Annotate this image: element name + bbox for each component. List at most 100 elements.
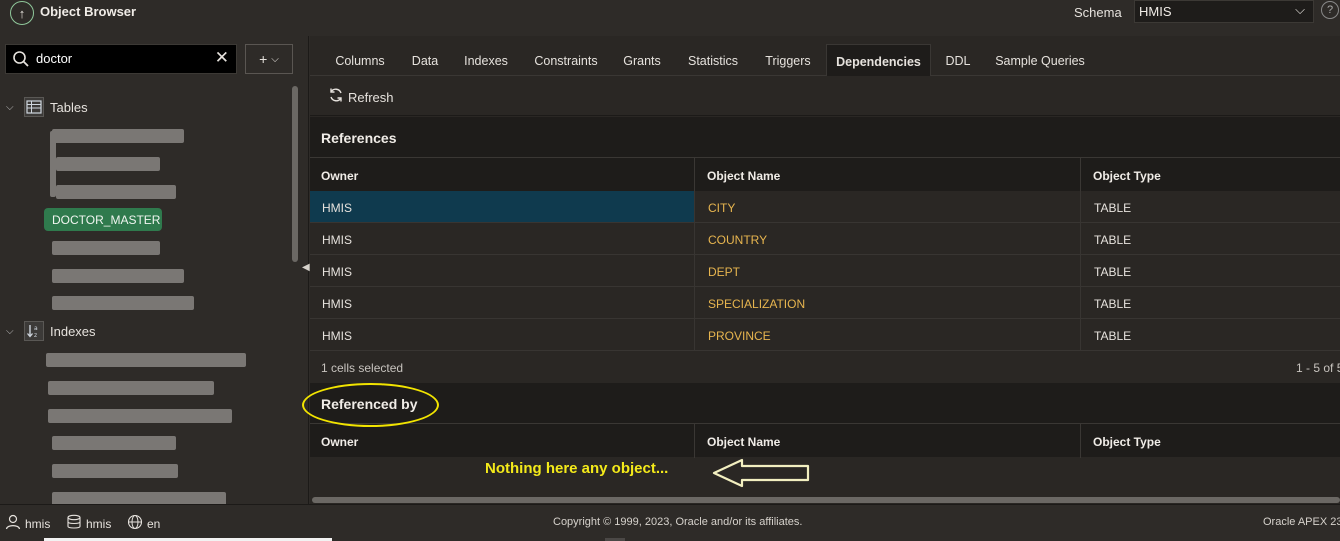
column-divider xyxy=(694,255,695,287)
schema-value: HMIS xyxy=(1139,4,1172,19)
tree-group-indexes[interactable]: ⌵ az Indexes xyxy=(6,320,96,342)
tree-item-redacted[interactable] xyxy=(46,353,246,367)
tree-item-redacted[interactable] xyxy=(52,296,194,310)
cell-owner[interactable]: HMIS xyxy=(322,233,352,247)
page-title: Object Browser xyxy=(40,4,137,19)
object-tree-panel: ✕ + ⌵ ⌵ Tables DOCTOR_MASTER ⌵ az Indexe… xyxy=(0,36,310,506)
tab-data[interactable]: Data xyxy=(404,44,446,76)
column-header-owner[interactable]: Owner xyxy=(321,435,358,449)
pagination-range: 1 - 5 of 5 xyxy=(1296,361,1340,375)
column-header-object-type[interactable]: Object Type xyxy=(1093,435,1161,449)
tree-item-redacted[interactable] xyxy=(56,185,176,199)
language-menu[interactable]: en xyxy=(127,514,160,533)
database-icon xyxy=(66,514,82,533)
schema-select[interactable]: HMIS ⌵ xyxy=(1134,0,1314,23)
column-divider xyxy=(1080,223,1081,255)
chevron-down-icon: ⌵ xyxy=(1295,2,1305,17)
arrow-up-icon[interactable]: ↑ xyxy=(10,1,34,25)
column-divider xyxy=(694,158,695,192)
workspace-menu[interactable]: hmis xyxy=(66,514,111,533)
collapse-panel-icon[interactable]: ◀ xyxy=(302,262,310,273)
cell-owner[interactable]: HMIS xyxy=(322,201,352,215)
cell-object-name[interactable]: COUNTRY xyxy=(708,233,767,247)
cell-object-type[interactable]: TABLE xyxy=(1094,233,1131,247)
tab-indexes[interactable]: Indexes xyxy=(456,44,516,76)
sort-index-icon: az xyxy=(24,321,44,341)
cell-object-type[interactable]: TABLE xyxy=(1094,297,1131,311)
language-code: en xyxy=(147,516,161,531)
references-column-header: Owner Object Name Object Type xyxy=(310,157,1340,192)
column-divider xyxy=(694,319,695,351)
search-icon xyxy=(12,50,30,73)
cell-object-type[interactable]: TABLE xyxy=(1094,201,1131,215)
tree-item-redacted[interactable] xyxy=(48,381,214,395)
column-header-object-type[interactable]: Object Type xyxy=(1093,169,1161,183)
user-icon xyxy=(5,514,21,533)
add-object-button[interactable]: + ⌵ xyxy=(245,44,293,74)
column-divider xyxy=(1080,287,1081,319)
close-icon[interactable]: ✕ xyxy=(215,48,229,68)
cell-owner[interactable]: HMIS xyxy=(322,265,352,279)
tree-group-label: Indexes xyxy=(50,323,96,339)
column-header-object-name[interactable]: Object Name xyxy=(707,435,780,449)
tab-statistics[interactable]: Statistics xyxy=(682,44,744,76)
refresh-icon xyxy=(328,87,344,107)
chevron-down-icon[interactable]: ⌵ xyxy=(6,102,18,113)
tree-scrollbar[interactable] xyxy=(292,86,298,262)
copyright-text: Copyright © 1999, 2023, Oracle and/or it… xyxy=(553,516,803,528)
tab-grants[interactable]: Grants xyxy=(618,44,666,76)
refresh-button[interactable]: Refresh xyxy=(328,87,394,107)
column-header-object-name[interactable]: Object Name xyxy=(707,169,780,183)
search-box: ✕ xyxy=(5,44,237,74)
tree-item-selected[interactable]: DOCTOR_MASTER xyxy=(44,208,162,231)
cell-object-name[interactable]: SPECIALIZATION xyxy=(708,297,805,311)
tab-columns[interactable]: Columns xyxy=(324,44,396,76)
cell-object-type[interactable]: TABLE xyxy=(1094,329,1131,343)
tab-triggers[interactable]: Triggers xyxy=(760,44,816,76)
column-divider xyxy=(1080,255,1081,287)
table-row[interactable]: HMIS PROVINCE TABLE xyxy=(310,319,1340,351)
tab-constraints[interactable]: Constraints xyxy=(530,44,602,76)
tab-sample-queries[interactable]: Sample Queries xyxy=(990,44,1090,76)
tab-ddl[interactable]: DDL xyxy=(940,44,976,76)
version-text: Oracle APEX 23 xyxy=(1263,516,1340,528)
chevron-down-icon[interactable]: ⌵ xyxy=(6,326,18,337)
cell-object-name[interactable]: DEPT xyxy=(708,265,740,279)
arrow-left-icon xyxy=(712,458,812,491)
cell-owner[interactable]: HMIS xyxy=(322,297,352,311)
tree-group-label: Tables xyxy=(50,99,88,115)
cell-object-name[interactable]: CITY xyxy=(708,201,735,215)
references-header: References xyxy=(310,117,1340,158)
cell-owner[interactable]: HMIS xyxy=(322,329,352,343)
tree-item-redacted[interactable] xyxy=(52,436,176,450)
selected-cell xyxy=(310,191,695,222)
refresh-label: Refresh xyxy=(348,89,394,105)
cell-object-name[interactable]: PROVINCE xyxy=(708,329,771,343)
tab-dependencies[interactable]: Dependencies xyxy=(826,44,931,76)
column-header-owner[interactable]: Owner xyxy=(321,169,358,183)
horizontal-scrollbar[interactable] xyxy=(310,496,1340,504)
search-input[interactable] xyxy=(36,51,206,66)
user-menu[interactable]: hmis xyxy=(5,514,50,533)
cell-object-type[interactable]: TABLE xyxy=(1094,265,1131,279)
scrollbar-thumb[interactable] xyxy=(312,497,1340,503)
tree-item-redacted[interactable] xyxy=(52,129,184,143)
tree-item-redacted[interactable] xyxy=(56,157,160,171)
svg-text:z: z xyxy=(34,332,37,339)
header-bar: ↑ Object Browser Schema HMIS ⌵ ? xyxy=(0,0,1340,36)
table-row[interactable]: HMIS SPECIALIZATION TABLE xyxy=(310,287,1340,319)
tree-item-redacted[interactable] xyxy=(52,464,178,478)
workspace-name: hmis xyxy=(86,516,112,531)
annotation-text: Nothing here any object... xyxy=(485,460,669,477)
tree-item-redacted[interactable] xyxy=(48,409,232,423)
help-icon[interactable]: ? xyxy=(1321,1,1339,19)
tree-group-tables[interactable]: ⌵ Tables xyxy=(6,96,88,118)
section-title: References xyxy=(321,130,397,146)
column-divider xyxy=(1080,424,1081,458)
column-divider xyxy=(694,223,695,255)
tree-item-redacted[interactable] xyxy=(52,269,184,283)
table-row[interactable]: HMIS COUNTRY TABLE xyxy=(310,223,1340,255)
table-row[interactable]: HMIS CITY TABLE xyxy=(310,191,1340,223)
tree-item-redacted[interactable] xyxy=(52,241,160,255)
table-row[interactable]: HMIS DEPT TABLE xyxy=(310,255,1340,287)
